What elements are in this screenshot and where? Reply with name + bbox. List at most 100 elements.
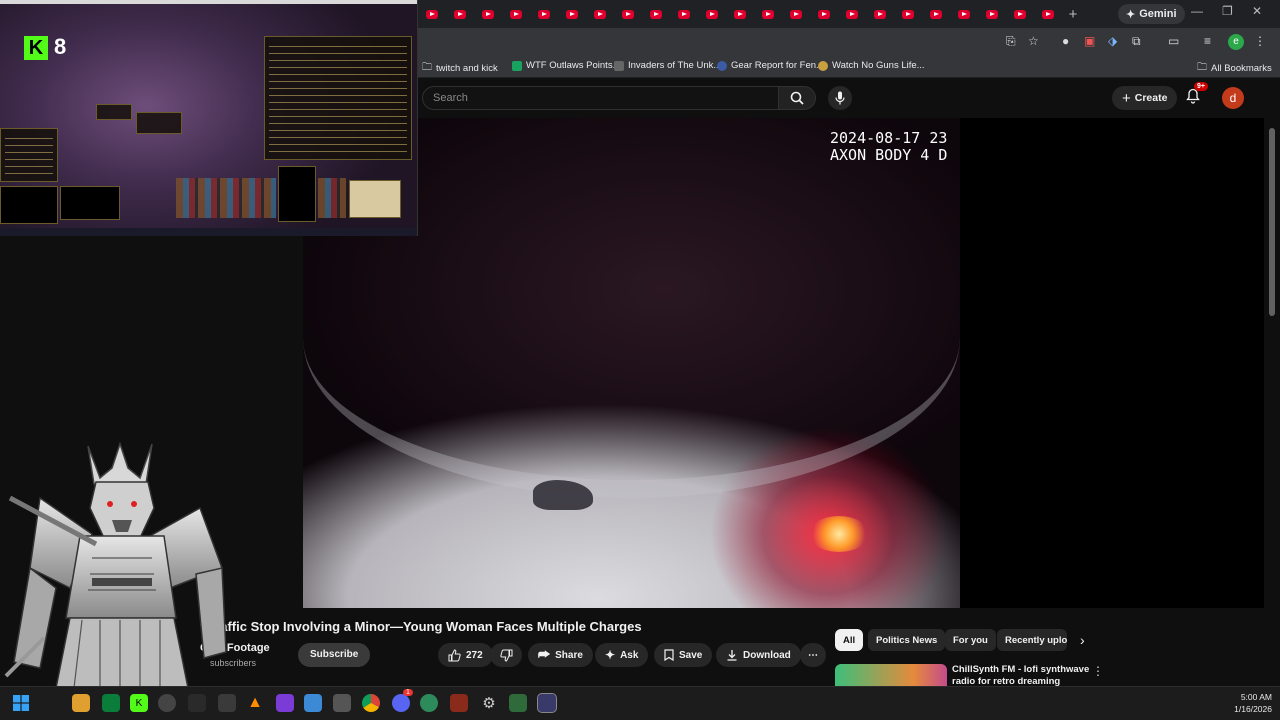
notifications-button[interactable]: 9+ xyxy=(1186,82,1208,109)
bookmark-item[interactable]: WTF Outlaws Points... xyxy=(512,60,621,71)
browser-tab[interactable] xyxy=(810,3,838,25)
windows-taskbar: K ▲ 1 ⚙ 5:00 AM 1/16/2026 xyxy=(0,686,1280,720)
capture-taskbar xyxy=(0,228,417,236)
browser-tab[interactable] xyxy=(446,3,474,25)
all-bookmarks-button[interactable]: 🗀 All Bookmarks xyxy=(1197,60,1272,77)
recommendation-title[interactable]: ChillSynth FM - lofi synthwave radio for… xyxy=(952,664,1092,686)
browser-tab[interactable] xyxy=(502,3,530,25)
new-tab-button[interactable]: + xyxy=(1062,6,1084,23)
gemini-button[interactable]: ✦ Gemini xyxy=(1118,4,1185,24)
bookmark-item[interactable]: Invaders of The Unk... xyxy=(614,60,721,71)
extension-icon[interactable]: ⬗ xyxy=(1108,34,1117,48)
recommendation-menu-icon[interactable]: ⋮ xyxy=(1092,664,1104,678)
app-icon[interactable] xyxy=(537,693,557,713)
tab-search-icon[interactable]: ▭ xyxy=(1168,34,1179,48)
vlc-icon[interactable]: ▲ xyxy=(246,694,264,712)
ask-button[interactable]: ✦ Ask xyxy=(595,643,649,667)
app-icon[interactable] xyxy=(450,694,468,712)
search-input[interactable]: Search xyxy=(422,86,778,110)
more-actions-button[interactable]: ⋯ xyxy=(800,643,826,667)
browser-tab[interactable] xyxy=(782,3,810,25)
app-icon[interactable] xyxy=(304,694,322,712)
browser-tab[interactable] xyxy=(950,3,978,25)
browser-tab[interactable] xyxy=(1006,3,1034,25)
subscribe-button[interactable]: Subscribe xyxy=(298,643,371,667)
chrome-icon[interactable] xyxy=(362,694,380,712)
browser-tab[interactable] xyxy=(474,3,502,25)
settings-gear-icon[interactable]: ⚙ xyxy=(480,694,498,712)
app-icon[interactable] xyxy=(188,694,206,712)
thumbs-up-icon xyxy=(448,648,461,661)
browser-tab[interactable] xyxy=(866,3,894,25)
extension-icon[interactable]: ▣ xyxy=(1084,34,1095,48)
scrollbar-thumb[interactable] xyxy=(1269,128,1275,316)
recommendation-thumbnail[interactable] xyxy=(835,664,947,686)
browser-tab[interactable] xyxy=(698,3,726,25)
like-button[interactable]: 272 xyxy=(438,643,493,667)
youtube-favicon-icon xyxy=(1014,9,1026,19)
restore-icon[interactable]: ❐ xyxy=(1222,4,1233,18)
browser-tab[interactable] xyxy=(1034,3,1062,25)
close-icon[interactable]: ✕ xyxy=(1252,4,1262,18)
download-button[interactable]: Download xyxy=(716,643,801,667)
browser-tab[interactable] xyxy=(726,3,754,25)
minimize-icon[interactable]: — xyxy=(1191,4,1203,18)
page-scrollbar[interactable] xyxy=(1264,78,1280,686)
bookmark-folder[interactable]: 🗀 twitch and kick xyxy=(422,60,498,77)
browser-tab[interactable] xyxy=(586,3,614,25)
app-icon[interactable] xyxy=(276,694,294,712)
browser-tab[interactable] xyxy=(754,3,782,25)
file-explorer-icon[interactable] xyxy=(72,694,90,712)
browser-tab[interactable] xyxy=(530,3,558,25)
browser-tab[interactable] xyxy=(894,3,922,25)
menu-kebab-icon[interactable]: ⋮ xyxy=(1254,34,1266,48)
browser-tab[interactable] xyxy=(558,3,586,25)
clock-date: 1/16/2026 xyxy=(1234,704,1272,714)
chip-recently-uploaded[interactable]: Recently uplo xyxy=(997,629,1067,651)
youtube-favicon-icon xyxy=(734,9,746,19)
youtube-favicon-icon xyxy=(706,9,718,19)
youtube-favicon-icon xyxy=(622,9,634,19)
kick-app-icon[interactable]: K xyxy=(130,694,148,712)
browser-tab[interactable] xyxy=(978,3,1006,25)
windows-start-icon[interactable] xyxy=(12,694,30,712)
save-button[interactable]: Save xyxy=(654,643,713,667)
profile-avatar[interactable]: e xyxy=(1228,34,1244,50)
system-clock[interactable]: 5:00 AM 1/16/2026 xyxy=(1210,691,1272,715)
spotify-icon[interactable] xyxy=(102,694,120,712)
chip-politics-news[interactable]: Politics News xyxy=(868,629,946,651)
game-nameplate xyxy=(96,104,132,120)
notification-count-badge: 9+ xyxy=(1194,82,1208,91)
puzzle-icon[interactable]: ⧉ xyxy=(1132,34,1141,49)
browser-tab[interactable] xyxy=(614,3,642,25)
browser-tab[interactable] xyxy=(922,3,950,25)
account-avatar[interactable]: d xyxy=(1222,87,1244,109)
bookmark-item[interactable]: Watch No Guns Life... xyxy=(818,60,925,71)
browser-tab[interactable] xyxy=(642,3,670,25)
bookmark-label: Watch No Guns Life... xyxy=(832,60,925,71)
search-button[interactable] xyxy=(778,86,816,110)
dislike-button[interactable] xyxy=(490,643,522,667)
browser-tab[interactable] xyxy=(670,3,698,25)
voice-search-button[interactable] xyxy=(828,86,852,110)
chevron-right-icon[interactable]: › xyxy=(1080,632,1085,648)
sparkle-icon: ✦ xyxy=(605,648,616,662)
steam-icon[interactable] xyxy=(158,694,176,712)
browser-tab[interactable] xyxy=(418,3,446,25)
bookmark-item[interactable]: Gear Report for Fen... xyxy=(717,60,824,71)
more-horizontal-icon: ⋯ xyxy=(808,649,818,661)
media-control-icon[interactable]: ≡ xyxy=(1204,34,1211,48)
bookmark-star-icon[interactable]: ☆ xyxy=(1028,34,1039,48)
share-button[interactable]: ⮫ Share xyxy=(528,643,593,667)
chip-all[interactable]: All xyxy=(835,629,864,651)
install-app-icon[interactable]: ⎘ xyxy=(1006,34,1016,49)
app-icon[interactable] xyxy=(509,694,527,712)
discord-icon[interactable]: 1 xyxy=(392,689,413,712)
app-icon[interactable] xyxy=(333,694,351,712)
app-icon[interactable] xyxy=(420,694,438,712)
chip-for-you[interactable]: For you xyxy=(945,629,996,651)
create-button[interactable]: + Create xyxy=(1112,86,1178,110)
extension-icon[interactable]: ● xyxy=(1062,34,1069,48)
app-icon[interactable] xyxy=(218,694,236,712)
browser-tab[interactable] xyxy=(838,3,866,25)
